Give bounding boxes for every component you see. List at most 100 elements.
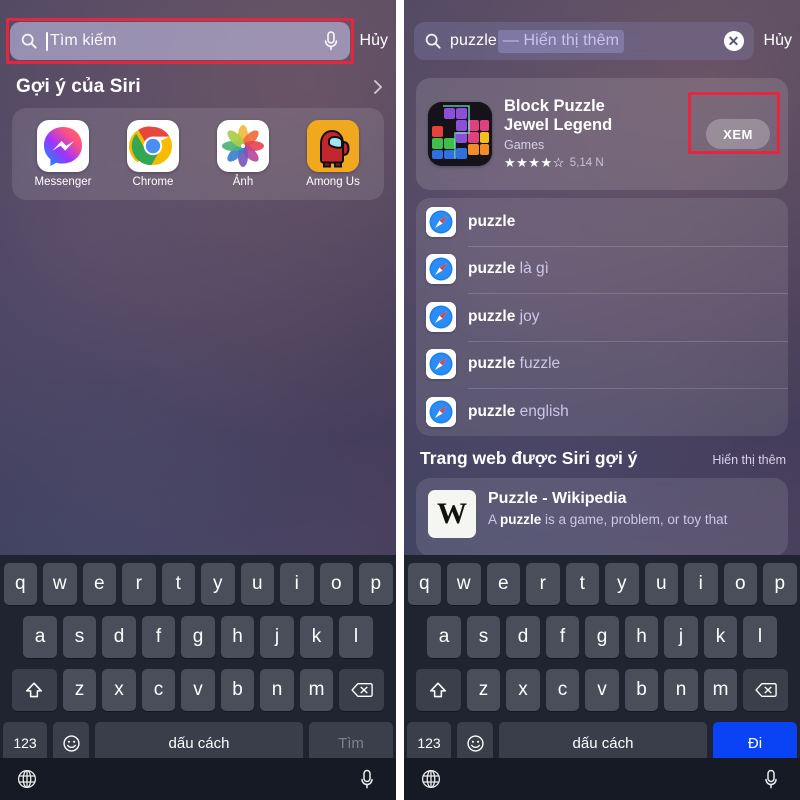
list-item[interactable]: puzzle bbox=[416, 198, 788, 246]
key-d[interactable]: d bbox=[102, 616, 136, 658]
siri-suggestions-header[interactable]: Gợi ý của Siri bbox=[16, 76, 384, 98]
key-t[interactable]: t bbox=[161, 563, 195, 605]
clear-icon[interactable]: ✕ bbox=[723, 31, 744, 51]
safari-icon bbox=[426, 349, 456, 380]
mic-icon[interactable] bbox=[358, 768, 380, 790]
key-q[interactable]: q bbox=[3, 563, 37, 605]
left-phone-screen: Tìm kiếm Hủy Gợi ý của Siri Messenger Ch… bbox=[0, 0, 396, 800]
key-e[interactable]: e bbox=[486, 563, 520, 605]
key-f[interactable]: f bbox=[141, 616, 176, 658]
list-item[interactable]: puzzle là gì bbox=[416, 245, 788, 294]
key-y[interactable]: y bbox=[201, 563, 235, 605]
website-result-info: Puzzle - Wikipedia A puzzle is a game, p… bbox=[488, 490, 727, 527]
key-u[interactable]: u bbox=[240, 563, 274, 605]
key-z[interactable]: z bbox=[466, 669, 501, 711]
key-b[interactable]: b bbox=[220, 669, 255, 711]
key-r[interactable]: r bbox=[122, 563, 156, 605]
key-a[interactable]: a bbox=[23, 616, 57, 658]
suggestion-match: puzzle bbox=[468, 212, 516, 230]
app-item-among-us[interactable]: Among Us bbox=[294, 120, 372, 188]
keyboard-row-3: z x c v b n m bbox=[407, 669, 797, 711]
search-input-text: Tìm kiếm bbox=[46, 31, 322, 51]
key-h[interactable]: h bbox=[220, 616, 255, 658]
keyboard-row-3: z x c v b n m bbox=[3, 669, 393, 711]
search-input[interactable]: Tìm kiếm bbox=[10, 22, 350, 60]
key-x[interactable]: x bbox=[506, 669, 540, 711]
key-p[interactable]: p bbox=[763, 563, 797, 605]
cancel-button[interactable]: Hủy bbox=[762, 32, 792, 50]
key-l[interactable]: l bbox=[743, 616, 777, 658]
key-e[interactable]: e bbox=[82, 563, 116, 605]
key-c[interactable]: c bbox=[545, 669, 580, 711]
cancel-button[interactable]: Hủy bbox=[358, 32, 388, 50]
shift-icon[interactable] bbox=[11, 669, 57, 711]
key-g[interactable]: g bbox=[181, 616, 215, 658]
key-b[interactable]: b bbox=[624, 669, 659, 711]
list-item[interactable]: puzzle joy bbox=[416, 293, 788, 341]
key-k[interactable]: k bbox=[299, 616, 334, 658]
key-v[interactable]: v bbox=[585, 669, 619, 711]
key-g[interactable]: g bbox=[585, 616, 619, 658]
key-c[interactable]: c bbox=[141, 669, 176, 711]
key-j[interactable]: j bbox=[260, 616, 294, 658]
key-s[interactable]: s bbox=[62, 616, 97, 658]
key-y[interactable]: y bbox=[605, 563, 639, 605]
key-l[interactable]: l bbox=[339, 616, 373, 658]
app-item-photos[interactable]: Ảnh bbox=[204, 120, 282, 188]
keyboard-row-1: q w e r t y u i o p bbox=[407, 563, 797, 605]
search-inline-completion: — Hiển thị thêm bbox=[497, 29, 625, 53]
key-r[interactable]: r bbox=[526, 563, 560, 605]
key-i[interactable]: i bbox=[684, 563, 718, 605]
key-q[interactable]: q bbox=[407, 563, 441, 605]
app-label: Ảnh bbox=[232, 176, 254, 188]
key-f[interactable]: f bbox=[545, 616, 580, 658]
key-k[interactable]: k bbox=[703, 616, 738, 658]
keyboard-bottom-bar bbox=[0, 758, 396, 800]
list-item[interactable]: puzzle fuzzle bbox=[416, 340, 788, 389]
keyboard-row-2: a s d f g h j k l bbox=[407, 616, 797, 658]
mic-icon[interactable] bbox=[762, 768, 784, 790]
key-n[interactable]: n bbox=[664, 669, 698, 711]
show-more-link[interactable]: Hiển thị thêm bbox=[712, 453, 786, 467]
suggestion-text: puzzle joy bbox=[468, 308, 540, 326]
list-item[interactable]: puzzle english bbox=[416, 388, 788, 436]
search-input[interactable]: puzzle — Hiển thị thêm ✕ bbox=[414, 22, 754, 60]
key-n[interactable]: n bbox=[260, 669, 294, 711]
snippet-highlight: puzzle bbox=[500, 512, 542, 527]
backspace-icon[interactable] bbox=[339, 669, 385, 711]
mic-icon[interactable] bbox=[322, 30, 340, 52]
chevron-right-icon[interactable] bbox=[372, 78, 384, 96]
app-title-line2: Jewel Legend bbox=[504, 116, 613, 134]
key-t[interactable]: t bbox=[565, 563, 599, 605]
key-o[interactable]: o bbox=[319, 563, 353, 605]
key-z[interactable]: z bbox=[62, 669, 97, 711]
backspace-icon[interactable] bbox=[743, 669, 789, 711]
app-item-messenger[interactable]: Messenger bbox=[24, 120, 102, 188]
suggestion-match: puzzle bbox=[468, 307, 516, 325]
suggestion-text: puzzle fuzzle bbox=[468, 355, 560, 373]
shift-icon[interactable] bbox=[415, 669, 461, 711]
app-store-result-card[interactable]: Block Puzzle Jewel Legend Games ★★★★☆ 5,… bbox=[416, 78, 788, 190]
key-i[interactable]: i bbox=[280, 563, 314, 605]
safari-icon bbox=[426, 301, 456, 332]
key-p[interactable]: p bbox=[359, 563, 393, 605]
key-d[interactable]: d bbox=[506, 616, 540, 658]
globe-icon[interactable] bbox=[420, 768, 442, 790]
key-v[interactable]: v bbox=[181, 669, 215, 711]
key-h[interactable]: h bbox=[624, 616, 659, 658]
key-j[interactable]: j bbox=[664, 616, 698, 658]
star-half: ☆ bbox=[552, 155, 565, 171]
globe-icon[interactable] bbox=[16, 768, 38, 790]
key-u[interactable]: u bbox=[644, 563, 678, 605]
key-x[interactable]: x bbox=[102, 669, 136, 711]
key-w[interactable]: w bbox=[447, 563, 481, 605]
view-app-button[interactable]: XEM bbox=[706, 119, 770, 149]
key-a[interactable]: a bbox=[427, 616, 461, 658]
app-item-chrome[interactable]: Chrome bbox=[114, 120, 192, 188]
key-m[interactable]: m bbox=[703, 669, 738, 711]
key-w[interactable]: w bbox=[43, 563, 77, 605]
key-m[interactable]: m bbox=[299, 669, 334, 711]
key-o[interactable]: o bbox=[723, 563, 757, 605]
website-result-card[interactable]: W Puzzle - Wikipedia A puzzle is a game,… bbox=[416, 478, 788, 556]
key-s[interactable]: s bbox=[466, 616, 501, 658]
